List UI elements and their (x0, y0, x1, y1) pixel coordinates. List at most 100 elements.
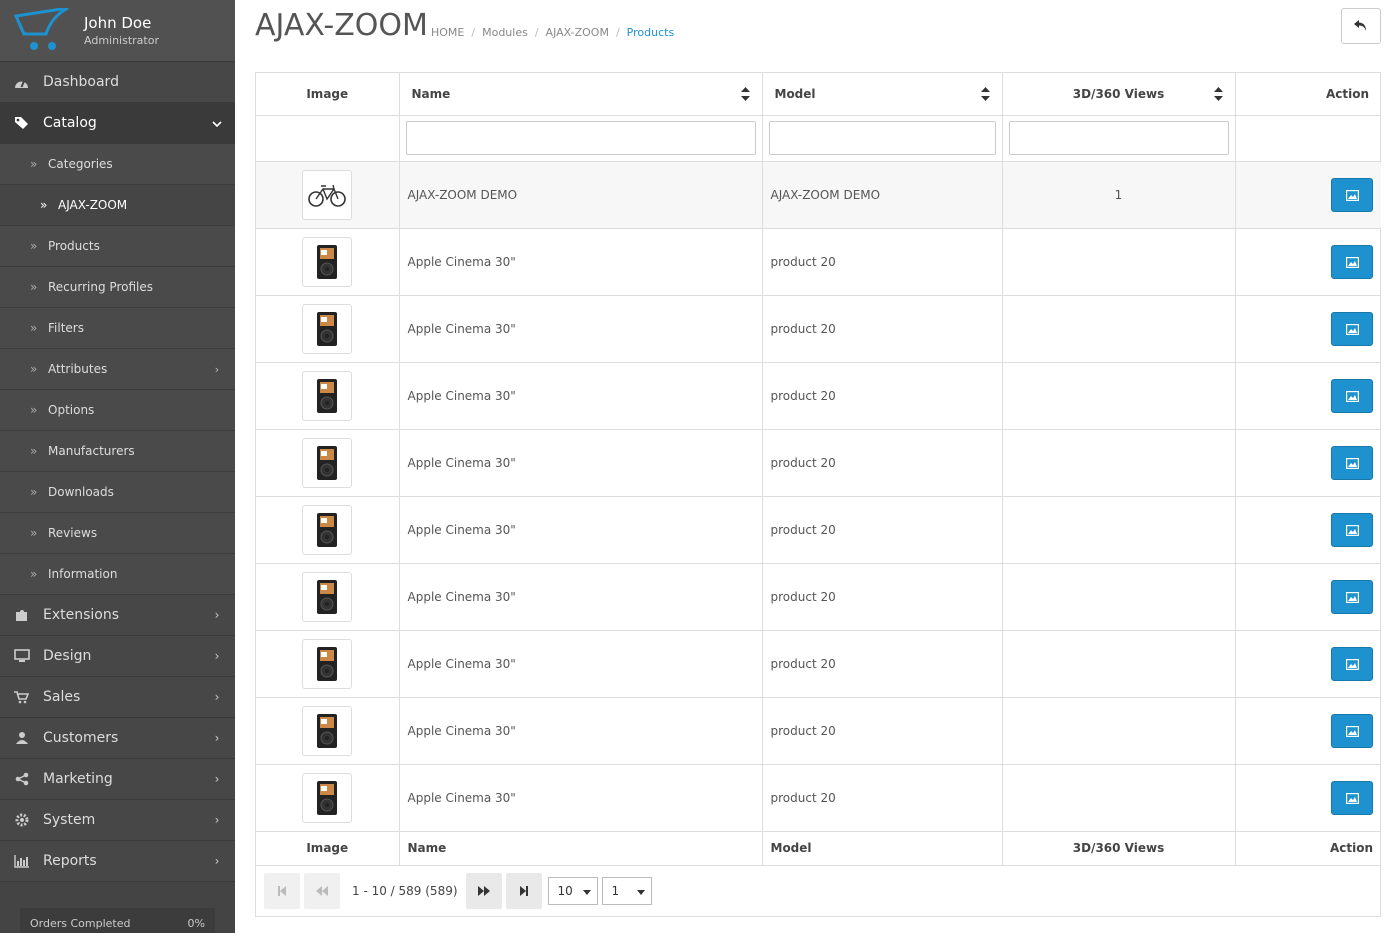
sidebar-item-system[interactable]: System › (0, 800, 235, 841)
filter-model-input[interactable] (768, 121, 996, 155)
prev-page-button[interactable] (304, 873, 340, 909)
product-name: Apple Cinema 30" (399, 228, 763, 296)
sidebar-item-label: Dashboard (43, 74, 119, 90)
image-cell (256, 295, 400, 363)
image-cell (256, 496, 400, 564)
double-chevron-icon: » (30, 567, 38, 581)
first-page-button[interactable] (264, 873, 300, 909)
sidebar-subitem-filters[interactable]: » Filters (0, 308, 235, 349)
image-icon (1346, 658, 1359, 670)
sidebar-item-sales[interactable]: Sales › (0, 677, 235, 718)
action-cell (1235, 697, 1381, 765)
filter-name-input[interactable] (405, 121, 756, 155)
ipod-image (316, 311, 338, 347)
image-icon (1346, 390, 1359, 402)
last-page-button[interactable] (505, 873, 542, 909)
sidebar-item-label: Customers (43, 730, 119, 746)
page-select[interactable]: 1 (601, 877, 652, 905)
column-header-name[interactable]: Name (399, 73, 763, 116)
sidebar-item-marketing[interactable]: Marketing › (0, 759, 235, 800)
sidebar-subitem-recurring-profiles[interactable]: » Recurring Profiles (0, 267, 235, 308)
product-name: AJAX-ZOOM DEMO (399, 161, 763, 229)
image-icon (1346, 189, 1359, 201)
ipod-image (316, 713, 338, 749)
breadcrumb-modules[interactable]: Modules (482, 26, 528, 39)
sidebar-subitem-products[interactable]: » Products (0, 226, 235, 267)
ipod-image (316, 378, 338, 414)
edit-images-button[interactable] (1331, 244, 1373, 279)
edit-images-button[interactable] (1331, 445, 1373, 480)
edit-images-button[interactable] (1331, 311, 1373, 346)
image-cell (256, 697, 400, 765)
sidebar-item-extensions[interactable]: Extensions › (0, 595, 235, 636)
edit-images-button[interactable] (1331, 780, 1373, 815)
breadcrumb-home[interactable]: HOME (431, 26, 464, 39)
filter-views-input[interactable] (1008, 121, 1229, 155)
sidebar-subitem-manufacturers[interactable]: » Manufacturers (0, 431, 235, 472)
filter-cell-empty (1235, 115, 1381, 162)
sidebar-subitem-information[interactable]: » Information (0, 554, 235, 595)
image-cell (256, 630, 400, 698)
pagination: 1 - 10 / 589 (589) 10 1 (264, 873, 652, 909)
per-page-select[interactable]: 10 (547, 877, 598, 905)
sidebar-subitem-downloads[interactable]: » Downloads (0, 472, 235, 513)
opencart-logo (13, 8, 69, 50)
sidebar-subitem-label: Manufacturers (48, 444, 135, 458)
column-header-views[interactable]: 3D/360 Views (1002, 73, 1236, 116)
column-header-image: Image (256, 73, 400, 116)
chevron-right-icon: › (214, 690, 220, 704)
orders-completed-value: 0% (187, 917, 205, 930)
page-title: AJAX-ZOOM (255, 8, 428, 43)
product-model: product 20 (762, 228, 1003, 296)
breadcrumb-products[interactable]: Products (627, 26, 675, 39)
product-name: Apple Cinema 30" (399, 295, 763, 363)
sidebar-subitem-options[interactable]: » Options (0, 390, 235, 431)
product-thumbnail (302, 236, 353, 287)
image-icon (1346, 725, 1359, 737)
sidebar-item-customers[interactable]: Customers › (0, 718, 235, 759)
image-icon (1346, 524, 1359, 536)
sidebar-subitem-attributes[interactable]: » Attributes › (0, 349, 235, 390)
sort-icon[interactable] (740, 87, 750, 101)
double-chevron-icon: » (30, 239, 38, 253)
cart-icon (0, 690, 43, 704)
image-cell (256, 563, 400, 631)
ipod-image (316, 512, 338, 548)
image-cell (256, 764, 400, 832)
chevron-right-icon: › (214, 772, 220, 786)
sort-icon[interactable] (1213, 87, 1223, 101)
filter-cell-empty (256, 115, 400, 162)
product-views-count (1002, 429, 1236, 497)
product-model: product 20 (762, 496, 1003, 564)
sidebar-item-catalog[interactable]: Catalog (0, 103, 235, 144)
filter-cell (762, 115, 1003, 162)
sidebar-item-label: Reports (43, 853, 97, 869)
sidebar-subitem-reviews[interactable]: » Reviews (0, 513, 235, 554)
per-page-value: 10 (557, 884, 573, 898)
edit-images-button[interactable] (1331, 646, 1373, 681)
breadcrumb-ajax-zoom[interactable]: AJAX-ZOOM (546, 26, 609, 39)
product-name: Apple Cinema 30" (399, 563, 763, 631)
sidebar-subitem-categories[interactable]: » Categories (0, 144, 235, 185)
sidebar-item-dashboard[interactable]: Dashboard (0, 62, 235, 103)
next-page-button[interactable] (465, 873, 502, 909)
edit-images-button[interactable] (1331, 713, 1373, 748)
edit-images-button[interactable] (1331, 512, 1373, 547)
user-profile[interactable]: John Doe Administrator (0, 0, 235, 62)
sidebar-item-design[interactable]: Design › (0, 636, 235, 677)
sidebar-subitem-ajax-zoom[interactable]: » AJAX-ZOOM (0, 185, 235, 226)
sort-icon[interactable] (980, 87, 990, 101)
sidebar-item-reports[interactable]: Reports › (0, 841, 235, 882)
double-chevron-icon: » (30, 321, 38, 335)
image-icon (1346, 323, 1359, 335)
table-row: Apple Cinema 30" product 20 (256, 630, 1381, 698)
footer-header-model: Model (762, 831, 1003, 866)
edit-images-button[interactable] (1331, 378, 1373, 413)
product-thumbnail (302, 772, 353, 823)
edit-images-button[interactable] (1331, 579, 1373, 614)
edit-images-button[interactable] (1331, 177, 1373, 212)
product-views-count (1002, 362, 1236, 430)
cog-icon (0, 813, 43, 827)
column-header-model[interactable]: Model (762, 73, 1003, 116)
back-button[interactable] (1341, 8, 1381, 44)
